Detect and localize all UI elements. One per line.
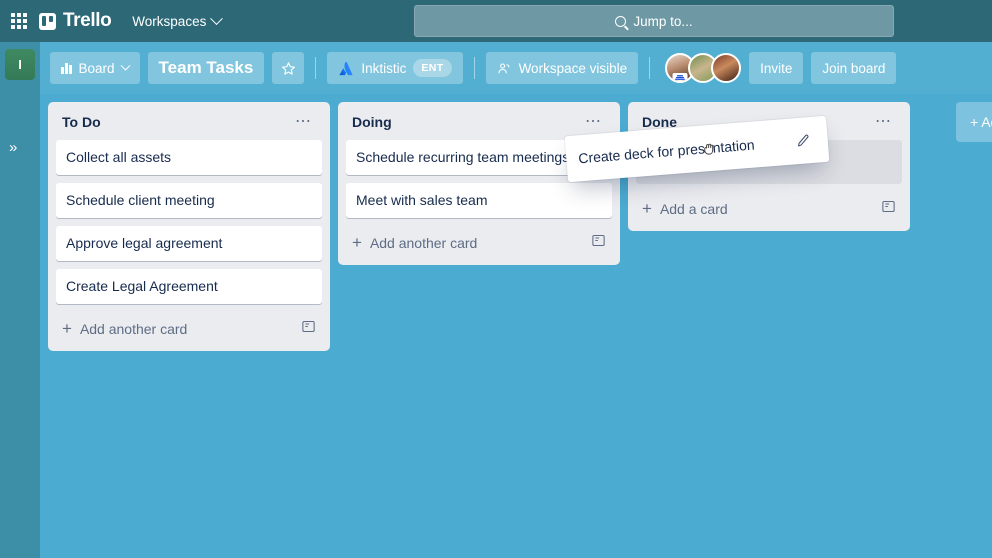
visibility-label: Workspace visible <box>518 60 628 76</box>
plus-icon: + <box>352 233 362 252</box>
card[interactable]: Approve legal agreement <box>56 226 322 261</box>
search-icon <box>615 15 627 27</box>
workspace-chip[interactable]: Inktistic ENT <box>327 52 463 84</box>
list-doing: Doing ⋯ Schedule recurring team meetings… <box>338 102 620 265</box>
card[interactable]: Create Legal Agreement <box>56 269 322 304</box>
list-title: To Do <box>62 114 101 130</box>
header-divider <box>473 57 475 79</box>
add-card-button[interactable]: + Add a card <box>636 192 902 223</box>
plus-icon: + <box>62 319 72 338</box>
apps-grid-icon[interactable] <box>11 13 27 29</box>
add-card-label: Add another card <box>79 321 188 337</box>
card-template-icon[interactable] <box>591 233 606 253</box>
star-icon <box>281 61 295 75</box>
people-visibility-icon <box>498 62 509 73</box>
page-title[interactable]: Team Tasks <box>147 52 265 84</box>
workspace-name: Inktistic <box>361 60 407 76</box>
header-divider <box>649 57 651 79</box>
board-members <box>665 53 742 83</box>
trello-logo[interactable]: Trello <box>39 10 112 32</box>
pencil-edit-icon[interactable] <box>788 126 817 155</box>
invite-button[interactable]: Invite <box>749 52 804 84</box>
add-list-label: + Add another list <box>970 114 992 130</box>
card[interactable]: Meet with sales team <box>346 183 612 218</box>
dragged-card-title: Create deck for presentation <box>577 136 756 167</box>
card-template-icon[interactable] <box>301 319 316 339</box>
badge-glyph-icon <box>675 75 686 80</box>
workspaces-label: Workspaces <box>132 13 207 29</box>
card-template-icon[interactable] <box>881 199 896 219</box>
header-divider <box>315 57 317 79</box>
trello-mark-icon <box>39 12 56 30</box>
board-visibility-button[interactable]: Workspace visible <box>485 52 639 84</box>
search-placeholder: Jump to... <box>633 13 693 29</box>
left-sidebar-rail: I » <box>0 42 40 558</box>
add-card-label: Add a card <box>659 201 728 217</box>
board-canvas: To Do ⋯ Collect all assets Schedule clie… <box>40 94 992 558</box>
join-board-button[interactable]: Join board <box>811 52 897 84</box>
board-view-icon <box>61 62 72 74</box>
board-view-switcher[interactable]: Board <box>50 52 140 84</box>
card[interactable]: Schedule client meeting <box>56 183 322 218</box>
list-title: Doing <box>352 114 392 130</box>
board-header-bar: Board Team Tasks Inktistic ENT Workspace… <box>40 42 992 94</box>
global-top-bar: Trello Workspaces Jump to... <box>0 0 992 42</box>
join-board-label: Join board <box>822 60 886 76</box>
list-menu-icon[interactable]: ⋯ <box>581 114 606 130</box>
workspace-tile[interactable]: I <box>5 49 35 80</box>
star-board-button[interactable] <box>272 52 305 84</box>
chevron-down-icon <box>120 60 130 71</box>
list-to-do: To Do ⋯ Collect all assets Schedule clie… <box>48 102 330 351</box>
chevron-down-icon <box>210 11 224 25</box>
add-card-button[interactable]: + Add another card <box>56 312 322 343</box>
member-avatar[interactable] <box>711 53 742 83</box>
card[interactable]: Collect all assets <box>56 140 322 175</box>
workspace-plan-badge: ENT <box>413 59 452 77</box>
add-another-list-button[interactable]: + Add another list <box>956 102 992 142</box>
list-menu-icon[interactable]: ⋯ <box>291 114 316 130</box>
trello-board-app: Trello Workspaces Jump to... I » Board T… <box>0 0 992 558</box>
member-badge-icon <box>672 73 688 81</box>
search-input[interactable]: Jump to... <box>414 5 894 37</box>
atlassian-logo-icon <box>339 61 353 75</box>
workspaces-menu-button[interactable]: Workspaces <box>132 11 224 29</box>
invite-label: Invite <box>760 60 793 76</box>
add-card-label: Add another card <box>369 235 478 251</box>
plus-icon: + <box>642 199 652 218</box>
list-menu-icon[interactable]: ⋯ <box>871 114 896 130</box>
list-header: To Do ⋯ <box>56 110 322 140</box>
board-view-label: Board <box>78 60 115 76</box>
expand-sidebar-icon[interactable]: » <box>9 140 17 155</box>
brand-name: Trello <box>63 10 112 31</box>
add-card-button[interactable]: + Add another card <box>346 226 612 257</box>
